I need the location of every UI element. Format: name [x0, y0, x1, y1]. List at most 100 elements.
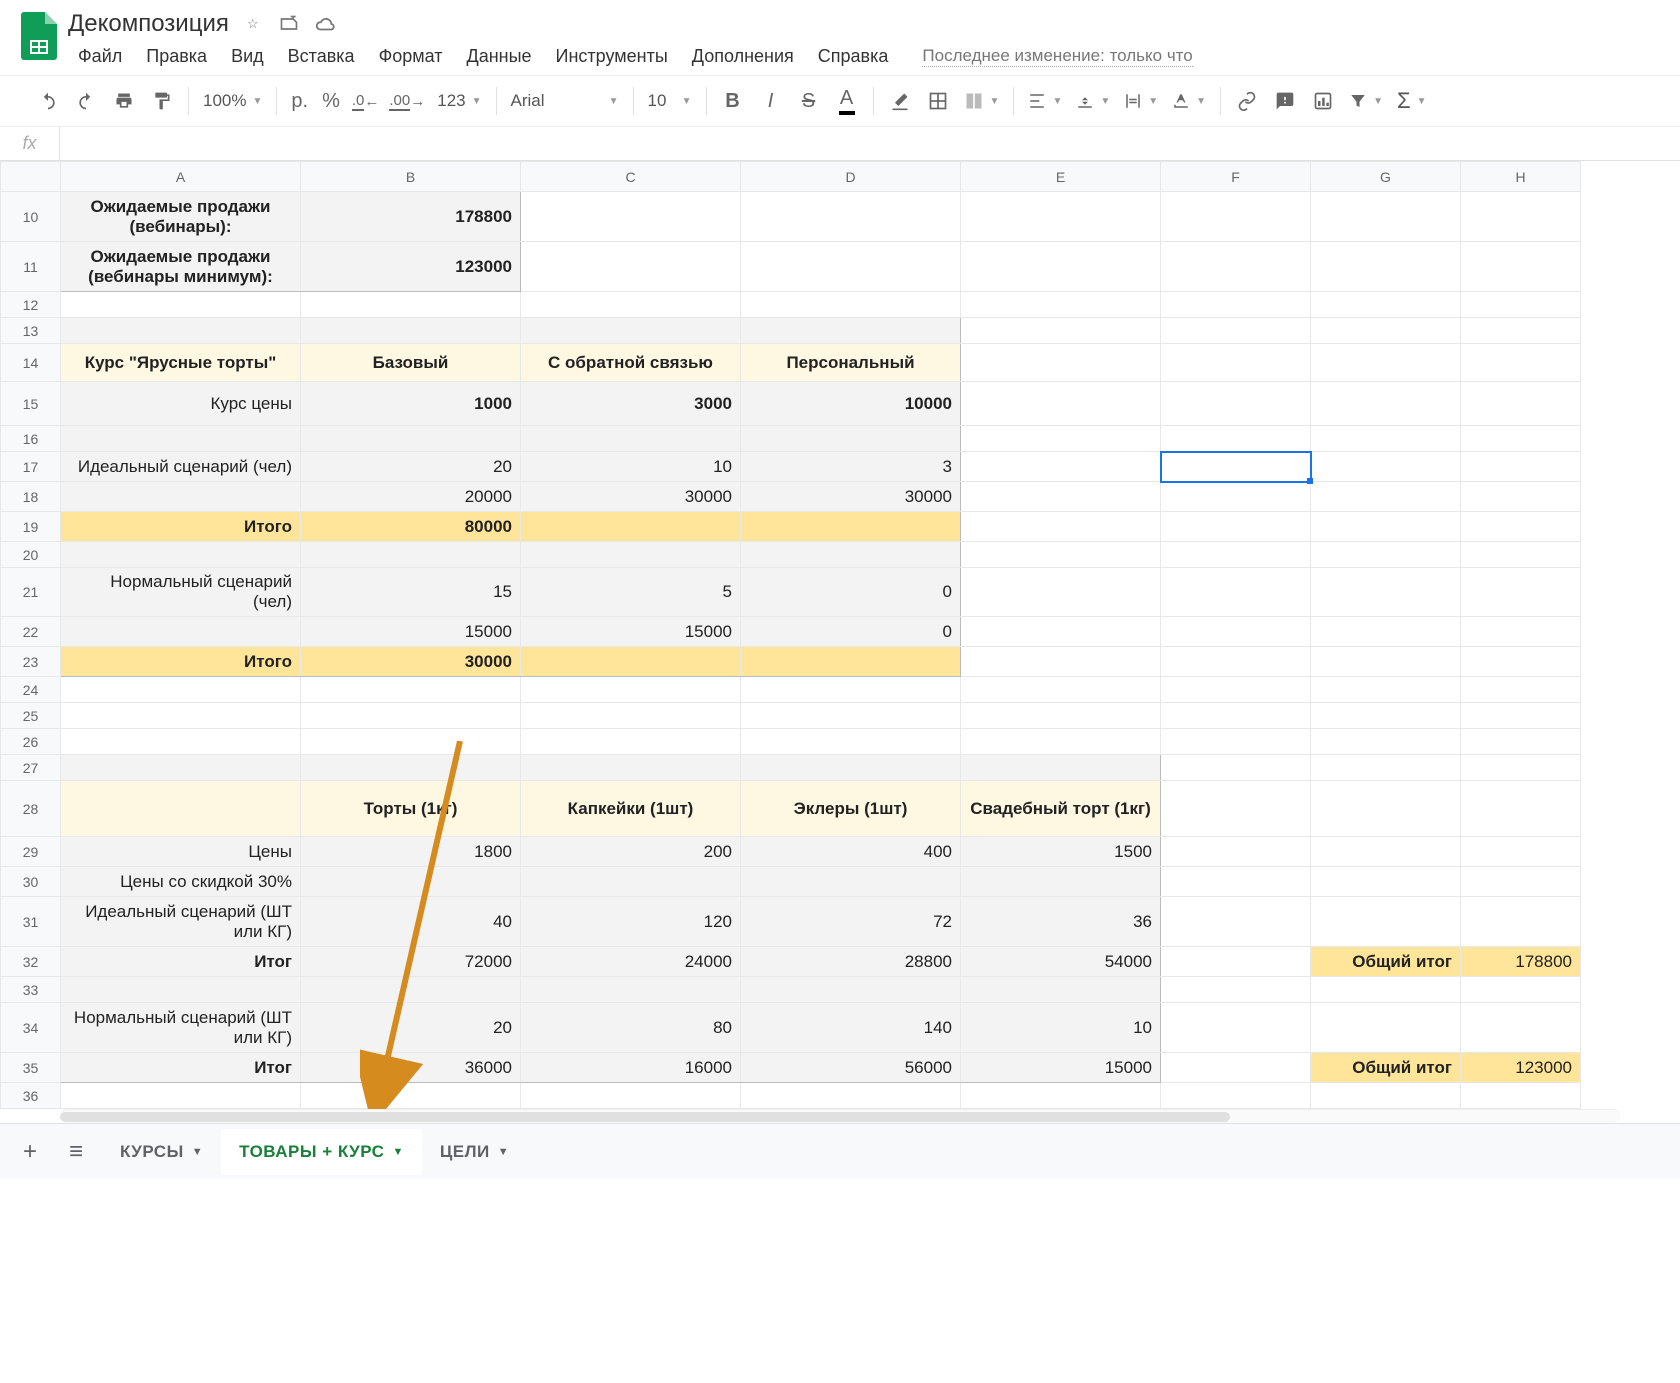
row-header[interactable]: 36 [1, 1083, 61, 1109]
cell[interactable] [1461, 242, 1581, 292]
cell[interactable] [1461, 318, 1581, 344]
cell[interactable] [1161, 568, 1311, 617]
cell[interactable]: 400 [741, 837, 961, 867]
cell[interactable] [1461, 344, 1581, 382]
row-header[interactable]: 34 [1, 1003, 61, 1053]
cell[interactable]: 28800 [741, 947, 961, 977]
column-header[interactable]: D [741, 162, 961, 192]
borders-button[interactable] [920, 83, 956, 119]
cell[interactable]: 54000 [961, 947, 1161, 977]
cell[interactable] [961, 677, 1161, 703]
cell[interactable]: 0 [741, 617, 961, 647]
cell[interactable] [1161, 837, 1311, 867]
cell[interactable] [741, 242, 961, 292]
cell[interactable] [1311, 647, 1461, 677]
cell[interactable] [301, 292, 521, 318]
cell[interactable] [741, 292, 961, 318]
cell[interactable]: 30000 [521, 482, 741, 512]
cell[interactable] [741, 318, 961, 344]
cell[interactable]: Цены [61, 837, 301, 867]
cell[interactable] [1311, 382, 1461, 426]
text-color-button[interactable]: A [829, 83, 865, 119]
spreadsheet-grid[interactable]: ABCDEFGH10Ожидаемые продажи (вебинары):1… [0, 161, 1581, 1109]
horizontal-scrollbar[interactable] [60, 1109, 1620, 1123]
menu-Формат[interactable]: Формат [369, 42, 453, 71]
vertical-align-button[interactable]: ▼ [1070, 83, 1116, 119]
cell[interactable] [961, 1083, 1161, 1109]
cell[interactable] [1161, 1003, 1311, 1053]
cell[interactable] [1161, 977, 1311, 1003]
cell[interactable]: 1500 [961, 837, 1161, 867]
cell[interactable] [1461, 729, 1581, 755]
currency-format-button[interactable]: р. [285, 83, 314, 119]
paint-format-icon[interactable] [144, 83, 180, 119]
cell[interactable] [1311, 568, 1461, 617]
cell[interactable]: 123000 [301, 242, 521, 292]
cell[interactable] [961, 512, 1161, 542]
cell[interactable] [521, 977, 741, 1003]
cell[interactable] [741, 729, 961, 755]
cell[interactable] [301, 1083, 521, 1109]
cell[interactable] [1461, 977, 1581, 1003]
cell[interactable] [1311, 755, 1461, 781]
percent-format-button[interactable]: % [316, 83, 346, 119]
cell[interactable]: 5 [521, 568, 741, 617]
cell[interactable] [1311, 512, 1461, 542]
cell[interactable] [1461, 647, 1581, 677]
all-sheets-button[interactable]: ≡ [56, 1132, 96, 1172]
cell[interactable] [1461, 568, 1581, 617]
cell[interactable]: 15 [301, 568, 521, 617]
cell[interactable] [61, 977, 301, 1003]
text-wrap-button[interactable]: ▼ [1118, 83, 1164, 119]
cell[interactable] [961, 382, 1161, 426]
cell[interactable]: С обратной связью [521, 344, 741, 382]
cell[interactable] [1311, 542, 1461, 568]
cell[interactable] [1311, 729, 1461, 755]
cell[interactable]: 36000 [301, 1053, 521, 1083]
cell[interactable] [521, 677, 741, 703]
cell[interactable] [961, 344, 1161, 382]
cell[interactable]: Итог [61, 947, 301, 977]
formula-input[interactable] [60, 127, 1680, 160]
cell[interactable]: Ожидаемые продажи (вебинары): [61, 192, 301, 242]
functions-button[interactable]: Σ▼ [1391, 83, 1433, 119]
cell[interactable] [961, 292, 1161, 318]
cell[interactable] [741, 426, 961, 452]
cell[interactable] [1161, 542, 1311, 568]
column-header[interactable]: A [61, 162, 301, 192]
cell[interactable] [301, 426, 521, 452]
cell[interactable] [521, 242, 741, 292]
cell[interactable] [1461, 867, 1581, 897]
cell[interactable]: 3 [741, 452, 961, 482]
cell[interactable]: Общий итог [1311, 947, 1461, 977]
row-header[interactable]: 22 [1, 617, 61, 647]
cell[interactable] [961, 647, 1161, 677]
move-icon[interactable] [277, 12, 301, 36]
cell[interactable] [1161, 755, 1311, 781]
cell[interactable] [1161, 452, 1311, 482]
cell[interactable] [1311, 482, 1461, 512]
cell[interactable]: Курс цены [61, 382, 301, 426]
cell[interactable] [1311, 703, 1461, 729]
cell[interactable]: Идеальный сценарий (ШТ или КГ) [61, 897, 301, 947]
menu-Инструменты[interactable]: Инструменты [546, 42, 678, 71]
row-header[interactable]: 20 [1, 542, 61, 568]
cell[interactable] [1311, 318, 1461, 344]
cell[interactable] [521, 542, 741, 568]
cell[interactable] [1461, 897, 1581, 947]
cell[interactable] [961, 318, 1161, 344]
cell[interactable]: 10000 [741, 382, 961, 426]
cell[interactable]: Итого [61, 512, 301, 542]
cell[interactable] [301, 867, 521, 897]
cell[interactable]: 10 [521, 452, 741, 482]
cell[interactable]: 0 [741, 568, 961, 617]
cell[interactable] [1461, 1003, 1581, 1053]
cell[interactable] [1161, 482, 1311, 512]
cell[interactable]: 30000 [741, 482, 961, 512]
cell[interactable] [1311, 426, 1461, 452]
cell[interactable] [1461, 781, 1581, 837]
column-header[interactable]: G [1311, 162, 1461, 192]
cell[interactable] [1461, 677, 1581, 703]
number-format-dropdown[interactable]: 123▼ [431, 83, 487, 119]
cell[interactable] [521, 292, 741, 318]
